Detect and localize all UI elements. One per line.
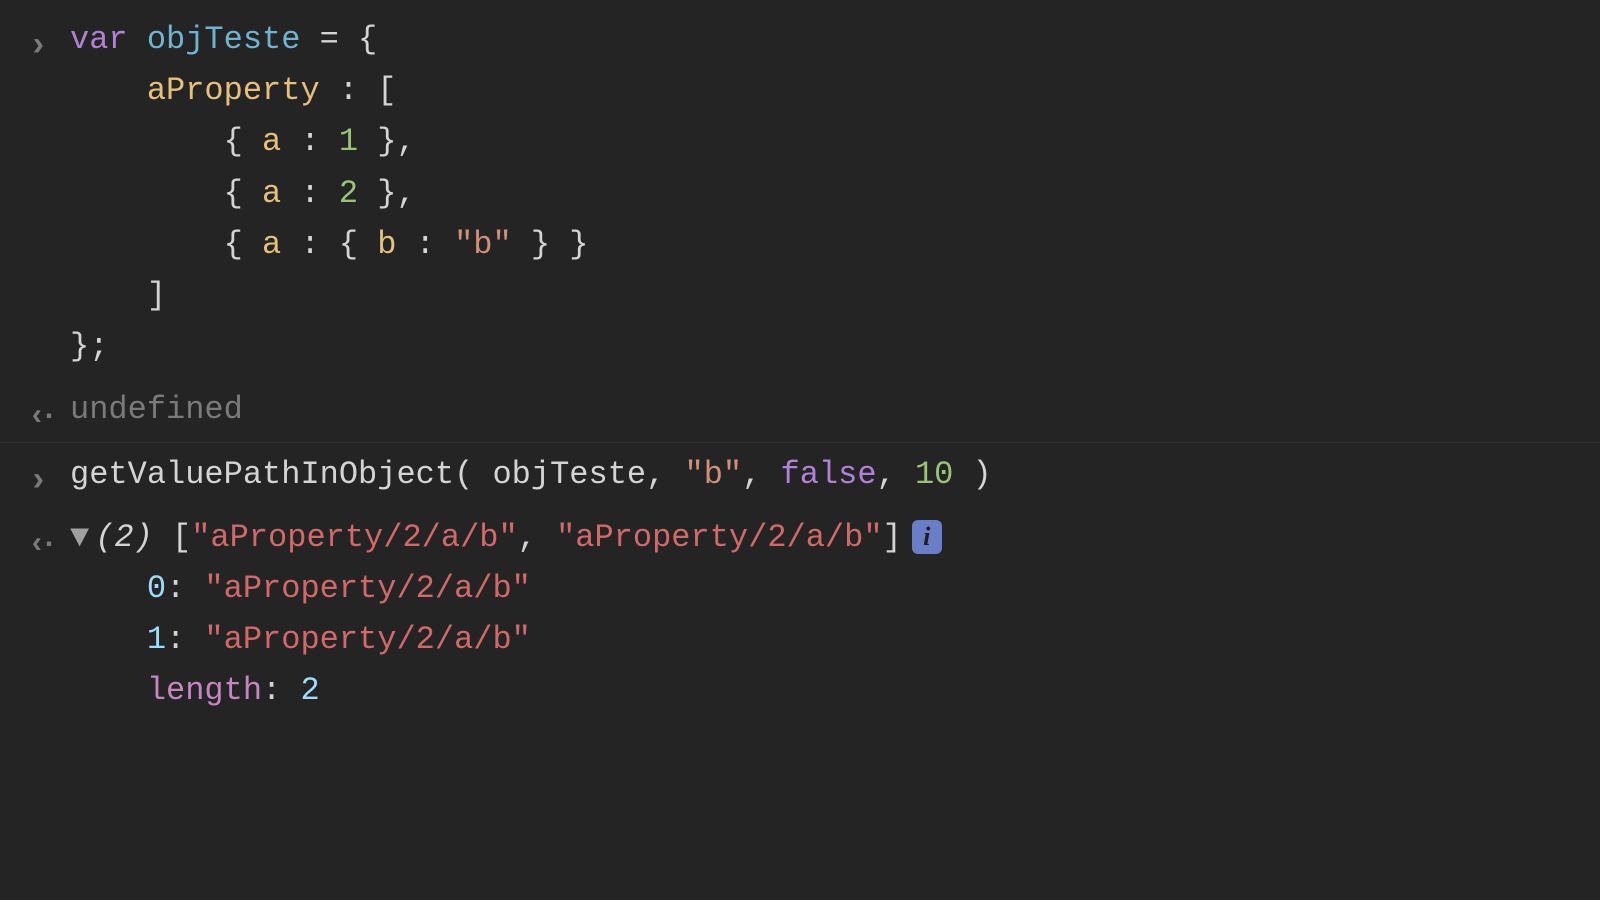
punctuation: [ [172, 519, 191, 556]
punctuation: : [281, 175, 339, 212]
punctuation: }; [70, 328, 108, 365]
code-line: { a : 1 }, [70, 116, 1580, 167]
punctuation: : [ [320, 72, 397, 109]
punctuation: : [396, 226, 454, 263]
property-key: a [262, 175, 281, 212]
string-literal: "b" [454, 226, 512, 263]
code-line: }; [70, 321, 1580, 372]
code-line: { a : 2 }, [70, 168, 1580, 219]
chevron-right-icon [28, 455, 48, 509]
number-literal: 1 [339, 123, 358, 160]
code-line: aProperty : [ [70, 65, 1580, 116]
console-input-block: var objTeste = { aProperty : [ { a : 1 }… [0, 8, 1600, 378]
punctuation: , [877, 456, 915, 493]
array-length-row[interactable]: length: 2 [70, 665, 1580, 716]
property-key: a [262, 123, 281, 160]
info-icon[interactable]: i [912, 520, 942, 554]
chevron-left-icon [28, 518, 52, 569]
console-output-block: undefined [0, 378, 1600, 442]
punctuation: ) [953, 456, 991, 493]
punctuation: ] [147, 277, 166, 314]
string-literal: "aProperty/2/a/b" [191, 519, 517, 556]
code-line: var objTeste = { [70, 14, 1580, 65]
argument: objTeste [492, 456, 646, 493]
triangle-down-icon[interactable]: ▼ [70, 512, 89, 563]
punctuation: { [224, 123, 262, 160]
array-item-row[interactable]: 1: "aProperty/2/a/b" [70, 614, 1580, 665]
array-summary-row[interactable]: ▼(2) ["aProperty/2/a/b", "aProperty/2/a/… [70, 512, 1580, 563]
punctuation: { [339, 226, 377, 263]
punctuation: ] [883, 519, 902, 556]
punctuation: { [224, 175, 262, 212]
property-key: b [377, 226, 396, 263]
string-literal: "b" [685, 456, 743, 493]
punctuation: : [281, 123, 339, 160]
punctuation: : [166, 570, 204, 607]
array-index: 1 [147, 621, 166, 658]
length-key: length [147, 672, 262, 709]
array-length-prefix: (2) [95, 519, 172, 556]
punctuation: : [166, 621, 204, 658]
array-item-row[interactable]: 0: "aProperty/2/a/b" [70, 563, 1580, 614]
punctuation: }, [358, 175, 416, 212]
code-line: { a : { b : "b" } } [70, 219, 1580, 270]
keyword-var: var [70, 21, 128, 58]
punctuation: , [518, 519, 556, 556]
number-literal: 2 [339, 175, 358, 212]
property-key: a [262, 226, 281, 263]
variable-name: objTeste [147, 21, 301, 58]
punctuation: = { [300, 21, 377, 58]
punctuation: , [742, 456, 780, 493]
string-literal: "aProperty/2/a/b" [204, 621, 530, 658]
punctuation: { [224, 226, 262, 263]
number-literal: 10 [915, 456, 953, 493]
punctuation: : [281, 226, 339, 263]
boolean-literal: false [781, 456, 877, 493]
array-index: 0 [147, 570, 166, 607]
string-literal: "aProperty/2/a/b" [556, 519, 882, 556]
console-input-block: getValuePathInObject( objTeste, "b", fal… [0, 443, 1600, 506]
punctuation: } } [512, 226, 589, 263]
code-line: getValuePathInObject( objTeste, "b", fal… [70, 449, 1580, 500]
function-name: getValuePathInObject [70, 456, 454, 493]
undefined-result: undefined [70, 391, 243, 428]
code-line: ] [70, 270, 1580, 321]
punctuation: ( [454, 456, 492, 493]
console-output-block: ▼(2) ["aProperty/2/a/b", "aProperty/2/a/… [0, 506, 1600, 723]
length-value: 2 [300, 672, 319, 709]
punctuation: : [262, 672, 300, 709]
chevron-left-icon [28, 390, 52, 441]
property-key: aProperty [147, 72, 320, 109]
punctuation: }, [358, 123, 416, 160]
punctuation: , [646, 456, 684, 493]
chevron-right-icon [28, 20, 48, 74]
string-literal: "aProperty/2/a/b" [204, 570, 530, 607]
